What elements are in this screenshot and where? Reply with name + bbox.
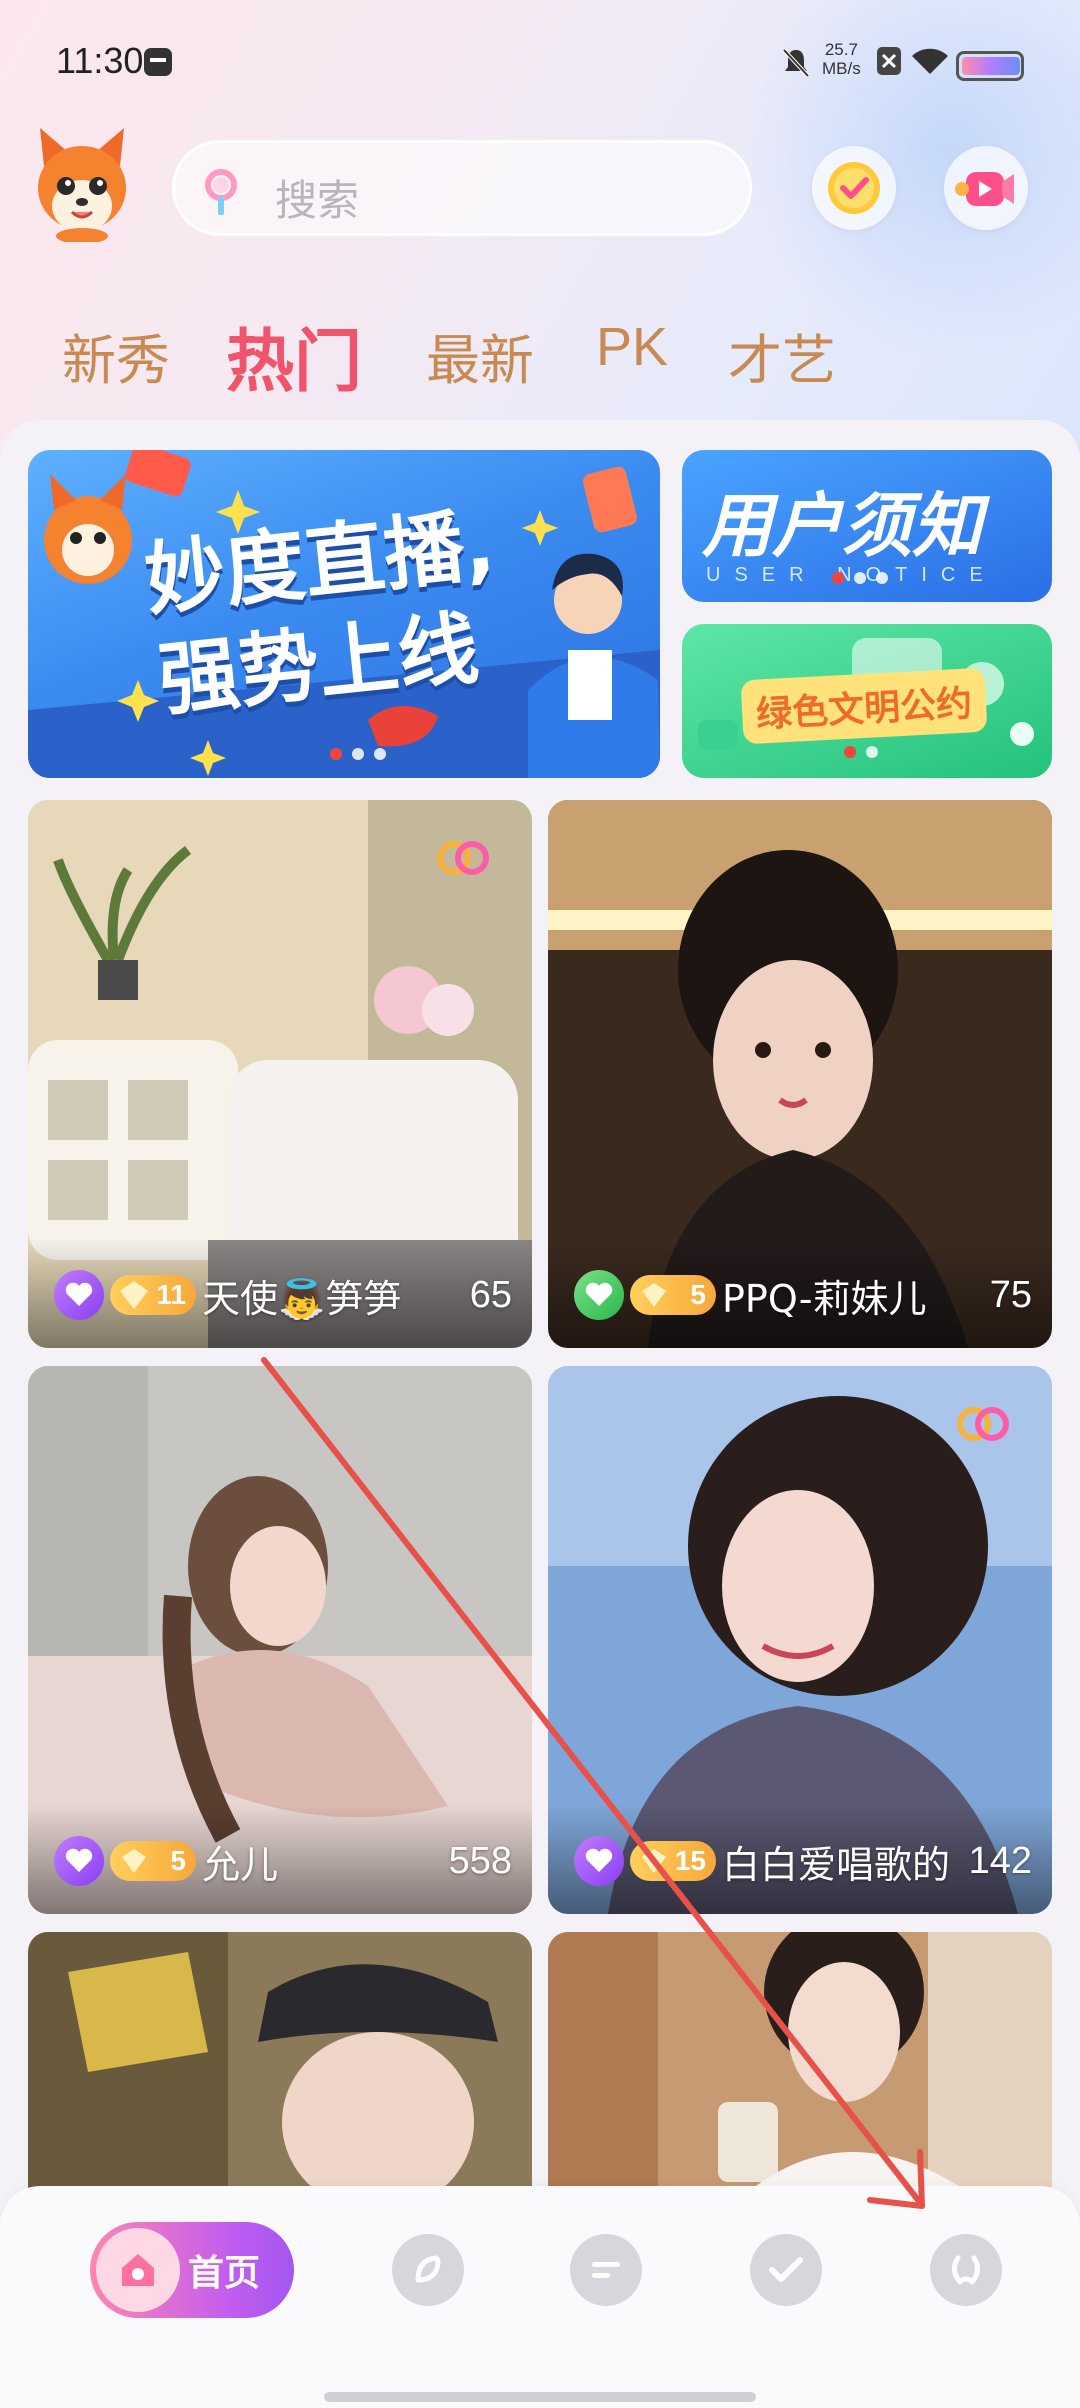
stream-thumbnail (28, 1932, 532, 2192)
level-badge: 5 (110, 1841, 196, 1881)
nav-discover[interactable] (392, 2234, 464, 2306)
viewer-count: 142 (968, 1839, 1032, 1882)
bottom-nav: 首页 (0, 2186, 1080, 2408)
video-camera-icon (955, 172, 1014, 206)
live-ring-icon (437, 841, 489, 875)
streamer-name: 天使👼笋笋 (202, 1276, 402, 1321)
profile-icon (952, 2255, 980, 2285)
search-icon (205, 169, 237, 215)
nav-profile[interactable] (930, 2234, 1002, 2306)
search-input[interactable]: 搜索 (172, 140, 752, 236)
viewer-count: 558 (448, 1839, 512, 1882)
tab-hot[interactable]: 热门 (226, 306, 364, 407)
streamer-name: PPQ-莉妹儿 (722, 1276, 927, 1321)
level-value: 5 (170, 1845, 186, 1876)
nav-follow[interactable] (750, 2234, 822, 2306)
viewer-count: 65 (469, 1273, 512, 1316)
convention-indicator (844, 746, 878, 758)
tab-latest[interactable]: 最新 (426, 316, 534, 395)
level-value: 5 (690, 1279, 706, 1310)
heart-badge-icon (54, 1836, 104, 1886)
mute-icon (782, 48, 810, 78)
heart-badge-icon (574, 1836, 624, 1886)
battery-icon (956, 51, 1024, 81)
follow-heart-icon (769, 2257, 803, 2282)
stream-card[interactable] (548, 1932, 1052, 2192)
nav-message[interactable] (570, 2234, 642, 2306)
wifi-icon (912, 48, 948, 74)
level-badge: 11 (110, 1275, 196, 1315)
home-icon (96, 2228, 180, 2312)
convention-title: 绿色文明公约 (740, 667, 988, 745)
status-time: 11:30 (56, 40, 144, 81)
level-value: 15 (674, 1845, 706, 1876)
network-speed: 25.7 MB/s (822, 40, 861, 78)
tab-pk[interactable]: PK (596, 316, 668, 378)
stream-info: 11 天使👼笋笋 65 (54, 1270, 512, 1321)
nav-home[interactable]: 首页 (90, 2222, 294, 2318)
level-badge: 15 (630, 1841, 716, 1881)
notification-icon (144, 48, 172, 76)
heart-badge-icon (574, 1270, 624, 1320)
stream-card[interactable]: 15 白白爱唱歌的 142 (548, 1366, 1052, 1914)
stream-thumbnail (548, 1932, 1052, 2192)
tab-newcomer[interactable]: 新秀 (62, 316, 170, 395)
net-speed-unit: MB/s (822, 59, 861, 78)
level-badge: 5 (630, 1275, 716, 1315)
live-ring-icon (957, 1407, 1009, 1441)
stream-info: 5 允儿 558 (54, 1836, 512, 1887)
search-placeholder: 搜索 (275, 176, 360, 225)
stream-card[interactable] (28, 1932, 532, 2192)
stream-card[interactable]: 5 PPQ-莉妹儿 75 (548, 800, 1052, 1348)
streamer-name: 白白爱唱歌的 (722, 1842, 951, 1887)
green-convention-banner[interactable]: 绿色文明公约 (682, 624, 1052, 778)
status-bar: 11:30 25.7 MB/s (0, 0, 1080, 120)
coin-check-icon (828, 162, 880, 214)
stream-card[interactable]: 11 天使👼笋笋 65 (28, 800, 532, 1348)
streamer-name: 允儿 (202, 1842, 279, 1887)
user-notice-banner[interactable]: 用户须知 USER NOTICE (682, 450, 1052, 602)
tab-talent[interactable]: 才艺 (728, 316, 836, 395)
level-value: 11 (156, 1279, 186, 1310)
discover-icon (415, 2255, 441, 2283)
stream-card[interactable]: 5 允儿 558 (28, 1366, 532, 1914)
main-banner[interactable]: 妙度直播, 强势上线 (28, 450, 660, 778)
video-camera-button[interactable] (944, 146, 1028, 230)
heart-badge-icon (54, 1270, 104, 1320)
stream-info: 15 白白爱唱歌的 142 (574, 1836, 1032, 1887)
net-speed-value: 25.7 (824, 40, 858, 59)
tab-hot-label: 热门 (226, 323, 363, 402)
main-banner-indicator (330, 748, 386, 760)
nav-home-label: 首页 (188, 2253, 261, 2294)
viewer-count: 75 (989, 1273, 1032, 1316)
close-box-icon (877, 47, 901, 75)
user-notice-title: 用户须知 (702, 485, 982, 567)
stream-info: 5 PPQ-莉妹儿 75 (574, 1270, 1032, 1321)
home-indicator[interactable] (324, 2392, 756, 2402)
user-notice-indicator (832, 572, 888, 584)
coin-check-button[interactable] (812, 146, 896, 230)
message-icon (592, 2262, 620, 2278)
mascot-avatar[interactable] (34, 126, 130, 242)
